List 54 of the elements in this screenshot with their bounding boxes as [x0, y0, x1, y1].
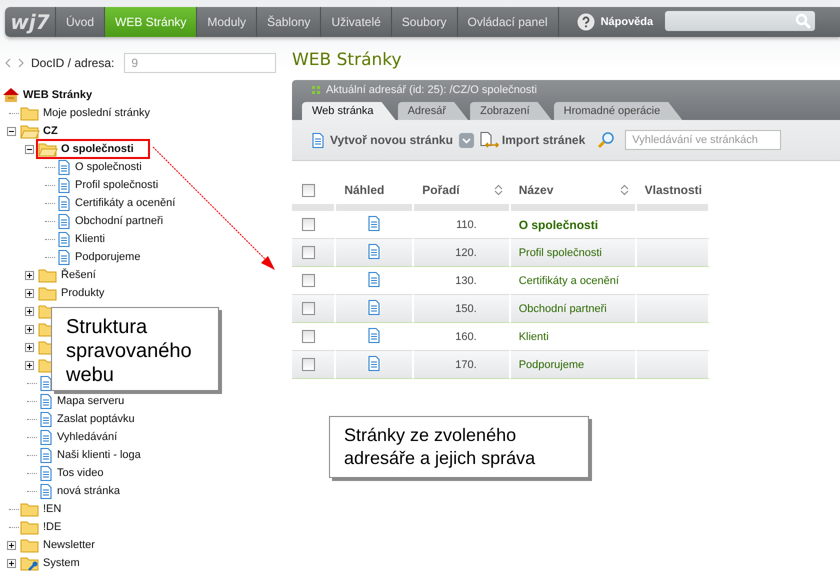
tree-item[interactable]: Vyhledávání: [57, 431, 118, 443]
tree-item[interactable]: !EN: [43, 503, 62, 515]
tree-item[interactable]: Certifikáty a ocenění: [75, 197, 176, 209]
tab[interactable]: Zobrazení: [470, 102, 552, 120]
order-cell: 130.: [455, 274, 477, 286]
tree-item[interactable]: Řešení: [61, 269, 96, 281]
logo[interactable]: wj7: [5, 7, 56, 37]
nav-tab[interactable]: Soubory: [392, 7, 458, 37]
page-name-link[interactable]: Klienti: [518, 330, 549, 342]
tree-item[interactable]: WEB Stránky: [23, 89, 92, 101]
nav-tab[interactable]: Šablony: [257, 7, 322, 37]
tab[interactable]: Adresář: [398, 102, 468, 120]
page-title: WEB Stránky: [292, 50, 403, 72]
tree-item[interactable]: Mapa serveru: [57, 395, 124, 407]
order-cell: 170.: [455, 358, 477, 370]
column-header[interactable]: Vlastnosti: [644, 183, 702, 197]
order-cell: 160.: [455, 330, 477, 342]
order-cell: 150.: [455, 302, 477, 314]
nav-tab[interactable]: Moduly: [197, 7, 258, 37]
page-name-link[interactable]: O společnosti: [518, 218, 598, 232]
page-search-field[interactable]: Vyhledávání ve stránkách: [625, 130, 782, 150]
address-label: DocID / adresa:: [31, 56, 114, 70]
tree-item[interactable]: Tos video: [57, 467, 104, 479]
column-header[interactable]: Náhled: [344, 183, 384, 197]
page-name-link[interactable]: Certifikáty a ocenění: [518, 274, 619, 286]
tree-item[interactable]: Profil společnosti: [75, 179, 158, 191]
tree-item[interactable]: Klienti: [75, 233, 105, 245]
tree-item[interactable]: O společnosti: [75, 161, 142, 173]
tree-item[interactable]: Obchodní partneři: [75, 215, 164, 227]
import-pages-button[interactable]: Import stránek: [502, 133, 586, 147]
tree-item[interactable]: nová stránka: [57, 485, 120, 497]
nav-tab[interactable]: Uživatelé: [321, 7, 392, 37]
column-header[interactable]: Pořadí: [422, 183, 460, 197]
help-link[interactable]: Nápověda: [558, 7, 666, 37]
tree-item[interactable]: CZ: [43, 125, 58, 137]
nav-tab[interactable]: Ovládací panel: [458, 7, 559, 37]
tree-item[interactable]: Naši klienti - loga: [57, 449, 141, 461]
order-cell: 120.: [455, 246, 477, 258]
tree-item[interactable]: Zaslat poptávku: [57, 413, 135, 425]
tree-item[interactable]: !DE: [43, 521, 62, 533]
callout-note: Struktura spravovaného webu: [51, 307, 219, 391]
tree-item[interactable]: Produkty: [61, 287, 104, 299]
order-cell: 110.: [456, 218, 477, 230]
tree-item[interactable]: O společnosti: [61, 143, 134, 155]
tab[interactable]: Hromadné operácie: [554, 102, 682, 120]
tree-item[interactable]: Moje poslední stránky: [43, 107, 150, 119]
callout-note: Stránky ze zvoleného adresáře a jejich správa: [329, 416, 589, 478]
tree-item[interactable]: Newsletter: [43, 539, 95, 551]
current-folder-path: Aktuální adresář (id: 25): /CZ/O společnosti: [326, 84, 537, 96]
column-header[interactable]: Název: [518, 183, 554, 197]
tree-item[interactable]: Podporujeme: [75, 251, 140, 263]
create-page-button[interactable]: Vytvoř novou stránku: [330, 133, 453, 147]
tab[interactable]: Web stránka: [302, 102, 396, 120]
tree-item[interactable]: System: [43, 557, 80, 569]
